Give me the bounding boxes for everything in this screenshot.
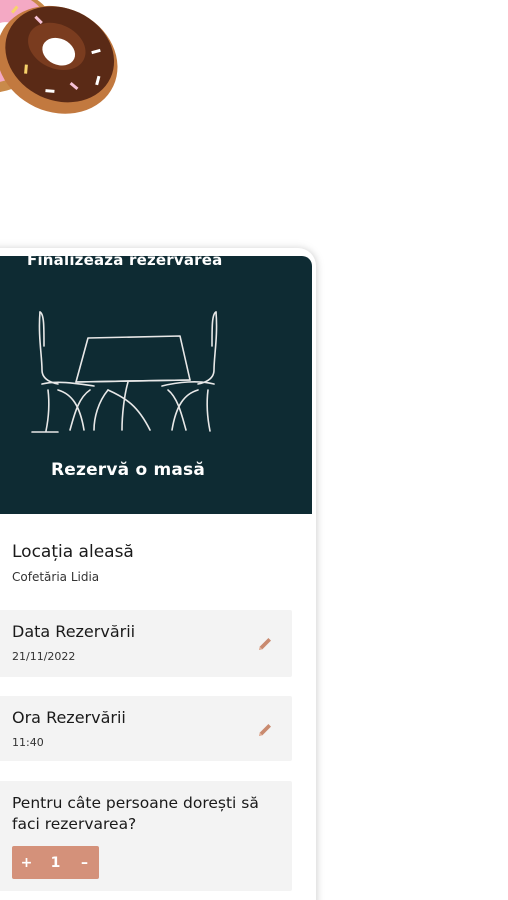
donut-illustration — [0, 0, 130, 130]
location-label: Locația aleasă — [12, 542, 134, 562]
reservation-header: Finalizeaza rezervarea Rezervă o masă — [0, 256, 312, 514]
header-top-text: Finalizeaza rezervarea — [27, 256, 223, 269]
people-question: Pentru câte persoane dorești să faci rez… — [12, 794, 259, 833]
phone-screen: Finalizeaza rezervarea Rezervă o masă Lo… — [0, 248, 316, 900]
date-card[interactable]: Data Rezervării 21/11/2022 — [0, 610, 292, 677]
people-card: Pentru câte persoane dorești să faci rez… — [0, 781, 292, 891]
time-card[interactable]: Ora Rezervării 11:40 — [0, 696, 292, 761]
pencil-icon — [259, 638, 271, 650]
edit-time-button[interactable] — [256, 721, 274, 739]
people-count: 1 — [50, 854, 61, 871]
location-section: Locația aleasă Cofetăria Lidia — [12, 542, 134, 584]
table-chairs-icon — [31, 311, 218, 433]
page: Finalizeaza rezervarea Rezervă o masă Lo… — [0, 0, 508, 900]
time-value: 11:40 — [12, 736, 44, 749]
increment-button[interactable]: + — [18, 855, 36, 871]
time-label: Ora Rezervării — [12, 708, 126, 727]
location-value: Cofetăria Lidia — [12, 570, 100, 584]
date-label: Data Rezervării — [12, 622, 136, 641]
pencil-icon — [259, 724, 271, 736]
date-value: 21/11/2022 — [12, 650, 76, 663]
decrement-button[interactable]: – — [76, 855, 94, 871]
edit-date-button[interactable] — [256, 635, 274, 653]
people-stepper[interactable]: + 1 – — [12, 846, 99, 879]
page-title: Rezervă o masă — [50, 460, 206, 480]
